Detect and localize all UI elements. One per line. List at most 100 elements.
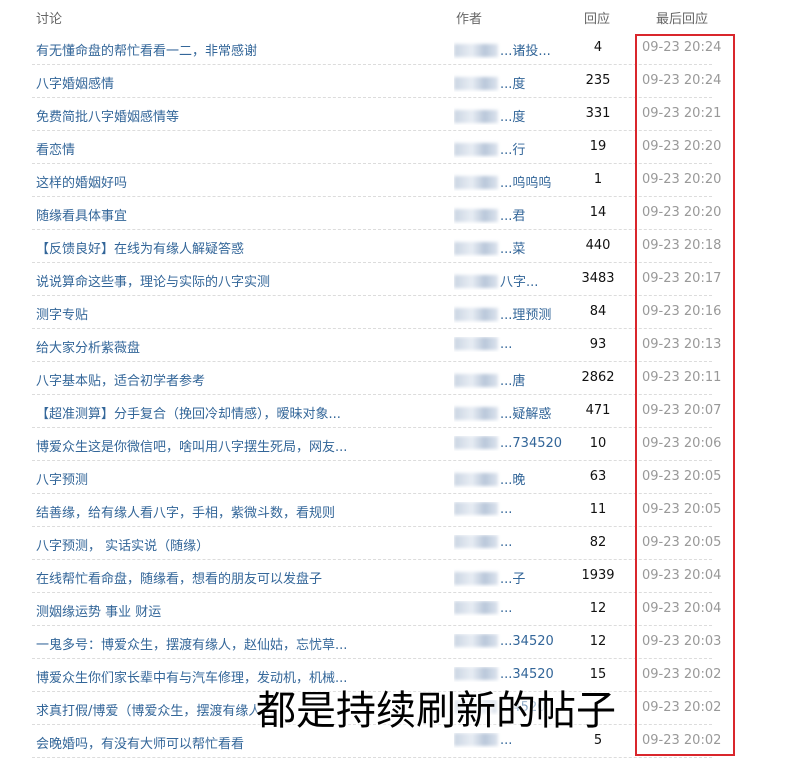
redacted-author-mask bbox=[454, 572, 498, 585]
author-name: ...唐 bbox=[500, 374, 526, 389]
column-header-author: 作者 bbox=[456, 12, 483, 27]
author-name: ...菜 bbox=[500, 242, 526, 257]
topic-title-link[interactable]: 在线帮忙看命盘，随缘看，想看的朋友可以发盘子 bbox=[36, 568, 436, 587]
reply-count: 235 bbox=[585, 73, 611, 88]
row-divider bbox=[32, 757, 712, 758]
author-link[interactable]: ...诸投... bbox=[454, 40, 584, 59]
discussion-list-page: 讨论 作者 回应 最后回应 有无懂命盘的帮忙看看一二，非常感谢 ...诸投... 4… bbox=[0, 0, 802, 766]
reply-count: 93 bbox=[589, 337, 607, 352]
reply-count: 1939 bbox=[581, 568, 615, 583]
author-name: ...34520 bbox=[500, 634, 554, 649]
author-link[interactable]: ... bbox=[454, 337, 584, 352]
redacted-author-mask bbox=[454, 176, 498, 189]
reply-count: 10 bbox=[589, 436, 607, 451]
redacted-author-mask bbox=[454, 436, 498, 449]
author-link[interactable]: ...菜 bbox=[454, 238, 584, 257]
author-name: ...君 bbox=[500, 209, 526, 224]
author-link[interactable]: ...度 bbox=[454, 106, 584, 125]
topic-title-link[interactable]: 随缘看具体事宜 bbox=[36, 205, 436, 224]
topic-title-link[interactable]: 免费简批八字婚姻感情等 bbox=[36, 106, 436, 125]
reply-count: 19 bbox=[589, 139, 607, 154]
author-name: ...诸投... bbox=[500, 44, 551, 59]
redacted-author-mask bbox=[454, 77, 498, 90]
reply-count: 331 bbox=[585, 106, 611, 121]
author-name: ...子 bbox=[500, 572, 526, 587]
topic-title-link[interactable]: 说说算命这些事，理论与实际的八字实测 bbox=[36, 271, 436, 290]
redacted-author-mask bbox=[454, 337, 498, 350]
author-name: ...理预测 bbox=[500, 308, 552, 323]
author-name: ...734520 bbox=[500, 436, 563, 451]
author-name: ... bbox=[500, 601, 513, 616]
reply-count: 1 bbox=[593, 172, 603, 187]
author-link[interactable]: ...度 bbox=[454, 73, 584, 92]
topic-title-link[interactable]: 看恋情 bbox=[36, 139, 436, 158]
highlight-box bbox=[635, 34, 735, 756]
column-header-title: 讨论 bbox=[36, 12, 63, 27]
reply-count: 471 bbox=[585, 403, 611, 418]
author-link[interactable]: ...行 bbox=[454, 139, 584, 158]
topic-title-link[interactable]: 【超准测算】分手复合（挽回冷却情感），暧昧对象... bbox=[36, 403, 436, 422]
redacted-author-mask bbox=[454, 44, 498, 57]
topic-title-link[interactable]: 结善缘，给有缘人看八字，手相，紫微斗数，看规则 bbox=[36, 502, 436, 521]
reply-count: 63 bbox=[589, 469, 607, 484]
topic-title-link[interactable]: 一鬼多号：博爱众生，摆渡有缘人，赵仙姑，忘忧草... bbox=[36, 634, 436, 653]
author-link[interactable]: ...34520 bbox=[454, 634, 584, 649]
topic-title-link[interactable]: 八字预测， 实话实说（随缘） bbox=[36, 535, 436, 554]
reply-count: 3483 bbox=[581, 271, 615, 286]
author-link[interactable]: ...君 bbox=[454, 205, 584, 224]
redacted-author-mask bbox=[454, 502, 498, 515]
author-link[interactable]: 八字... bbox=[454, 271, 584, 290]
author-link[interactable]: ...呜呜呜 bbox=[454, 172, 584, 191]
redacted-author-mask bbox=[454, 275, 498, 288]
redacted-author-mask bbox=[454, 634, 498, 647]
reply-count: 11 bbox=[589, 502, 607, 517]
reply-count: 84 bbox=[589, 304, 607, 319]
redacted-author-mask bbox=[454, 407, 498, 420]
author-name: ... bbox=[500, 535, 513, 550]
redacted-author-mask bbox=[454, 473, 498, 486]
redacted-author-mask bbox=[454, 209, 498, 222]
redacted-author-mask bbox=[454, 601, 498, 614]
redacted-author-mask bbox=[454, 374, 498, 387]
author-name: 八字... bbox=[500, 275, 539, 290]
author-link[interactable]: ...734520 bbox=[454, 436, 584, 451]
redacted-author-mask bbox=[454, 143, 498, 156]
column-header-last-reply: 最后回应 bbox=[656, 12, 709, 27]
topic-title-link[interactable]: 给大家分析紫薇盘 bbox=[36, 337, 436, 356]
reply-count: 14 bbox=[589, 205, 607, 220]
topic-title-link[interactable]: 【反馈良好】在线为有缘人解疑答惑 bbox=[36, 238, 436, 257]
author-link[interactable]: ...理预测 bbox=[454, 304, 584, 323]
column-header-replies: 回应 bbox=[584, 12, 611, 27]
author-name: ...呜呜呜 bbox=[500, 176, 552, 191]
author-link[interactable]: ...晚 bbox=[454, 469, 584, 488]
author-name: ...晚 bbox=[500, 473, 526, 488]
author-name: ... bbox=[500, 337, 513, 352]
author-link[interactable]: ... bbox=[454, 535, 584, 550]
reply-count: 2862 bbox=[581, 370, 615, 385]
redacted-author-mask bbox=[454, 242, 498, 255]
author-name: ... bbox=[500, 502, 513, 517]
author-link[interactable]: ... bbox=[454, 502, 584, 517]
topic-title-link[interactable]: 测字专贴 bbox=[36, 304, 436, 323]
topic-title-link[interactable]: 这样的婚姻好吗 bbox=[36, 172, 436, 191]
author-name: ...度 bbox=[500, 77, 526, 92]
reply-count: 82 bbox=[589, 535, 607, 550]
author-name: ...度 bbox=[500, 110, 526, 125]
topic-title-link[interactable]: 博爱众生这是你微信吧，啥叫用八字摆生死局，网友... bbox=[36, 436, 436, 455]
topic-title-link[interactable]: 八字基本贴，适合初学者参考 bbox=[36, 370, 436, 389]
reply-count: 12 bbox=[589, 634, 607, 649]
author-link[interactable]: ... bbox=[454, 601, 584, 616]
reply-count: 4 bbox=[593, 40, 603, 55]
author-link[interactable]: ...唐 bbox=[454, 370, 584, 389]
reply-count: 440 bbox=[585, 238, 611, 253]
topic-title-link[interactable]: 八字预测 bbox=[36, 469, 436, 488]
topic-title-link[interactable]: 有无懂命盘的帮忙看看一二，非常感谢 bbox=[36, 40, 436, 59]
reply-count: 12 bbox=[589, 601, 607, 616]
redacted-author-mask bbox=[454, 110, 498, 123]
topic-title-link[interactable]: 测姻缘运势 事业 财运 bbox=[36, 601, 436, 620]
redacted-author-mask bbox=[454, 308, 498, 321]
author-name: ...行 bbox=[500, 143, 526, 158]
author-link[interactable]: ...疑解惑 bbox=[454, 403, 584, 422]
topic-title-link[interactable]: 八字婚姻感情 bbox=[36, 73, 436, 92]
author-link[interactable]: ...子 bbox=[454, 568, 584, 587]
